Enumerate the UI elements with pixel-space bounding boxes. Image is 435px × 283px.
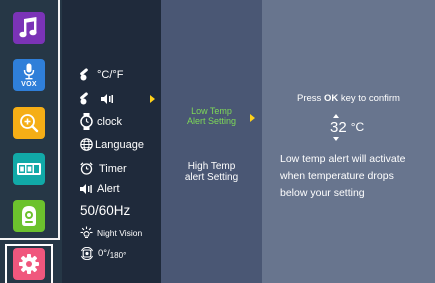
submenu-arrow-icon (250, 114, 255, 122)
menu-label-rotate-180: 180° (109, 250, 127, 260)
hint-suffix: key to confirm (338, 93, 400, 104)
menu-label-night-vision: Night Vision (97, 227, 143, 238)
hint-ok-key: OK (323, 93, 339, 104)
menu-label-timer: Timer (99, 162, 127, 175)
submenu-low-temp-alert[interactable]: Low Temp Alert Setting (161, 106, 262, 126)
sidebar-divider (58, 0, 60, 240)
submenu-low-line2: Alert Setting (186, 116, 237, 126)
menu-item-timer[interactable]: Timer (80, 162, 127, 175)
detail-panel: Press OK key to confirm 32 °C Low temp a… (262, 0, 435, 283)
globe-icon (80, 138, 93, 151)
menu-label-alert: Alert (97, 183, 120, 195)
night-vision-icon (80, 226, 93, 239)
hint-prefix: Press (297, 93, 324, 104)
gear-icon (19, 254, 39, 274)
settings-menu: °C/°F clock Language Timer Alert 50/60Hz… (62, 0, 161, 283)
menu-item-temp-alert[interactable] (80, 92, 119, 105)
menu-item-frequency[interactable]: 50/60Hz (80, 203, 130, 218)
camera-display-icon (17, 163, 41, 175)
microphone-icon (23, 63, 35, 79)
temp-alert-submenu: Low Temp Alert Setting High Temp alert S… (161, 0, 262, 283)
increase-arrow-icon[interactable] (333, 113, 339, 118)
sidebar-divider-bottom (0, 238, 60, 240)
temperature-value-wrap: 32 (330, 113, 347, 141)
desc-line-3: below your setting (280, 187, 365, 199)
thermometer-icon (80, 92, 93, 105)
zoom-in-icon (20, 114, 39, 133)
menu-item-night-vision[interactable]: Night Vision (80, 226, 142, 239)
settings-button[interactable] (13, 248, 45, 280)
submenu-low-line1: Low Temp (191, 106, 232, 116)
watch-icon (80, 113, 93, 130)
alert-description: Low temp alert will activate when temper… (280, 151, 430, 202)
selected-arrow-icon (150, 95, 155, 103)
zoom-button[interactable] (13, 107, 45, 139)
menu-label-temp-unit: °C/°F (97, 68, 124, 81)
menu-label-frequency: 50/60Hz (80, 203, 131, 218)
app-sidebar: VOX (0, 0, 62, 283)
confirm-hint: Press OK key to confirm (262, 93, 435, 104)
speaker-icon (80, 184, 93, 194)
music-button[interactable] (13, 12, 45, 44)
menu-item-temp-unit[interactable]: °C/°F (80, 68, 124, 81)
alarm-clock-icon (80, 162, 93, 175)
temperature-value: 32 (330, 118, 347, 136)
menu-item-language[interactable]: Language (80, 138, 144, 151)
camera-display-button[interactable] (13, 153, 45, 185)
menu-label-language: Language (95, 138, 144, 151)
desc-line-1: Low temp alert will activate (280, 153, 406, 165)
baby-monitor-icon (22, 206, 36, 226)
submenu-high-temp-alert[interactable]: High Temp alert Setting (161, 161, 262, 183)
menu-item-clock[interactable]: clock (80, 113, 122, 130)
desc-line-2: when temperature drops (280, 170, 394, 182)
decrease-arrow-icon[interactable] (333, 136, 339, 141)
menu-item-rotate[interactable]: 0°/ 180° (80, 247, 126, 260)
menu-item-alert[interactable]: Alert (80, 183, 120, 195)
rotate-camera-icon (80, 247, 94, 260)
device-screen: VOX °C/°F clock Language Timer Alert 50/… (0, 0, 435, 283)
menu-label-clock: clock (97, 115, 123, 128)
submenu-high-line2: alert Setting (184, 172, 239, 183)
baby-monitor-button[interactable] (13, 200, 45, 232)
alert-speaker-icon (101, 93, 115, 104)
submenu-high-line1: High Temp (187, 161, 236, 172)
thermometer-icon (80, 68, 93, 81)
temperature-unit: °C (350, 120, 365, 134)
menu-label-rotate-0: 0°/ (98, 248, 110, 259)
music-note-icon (19, 17, 37, 38)
vox-button[interactable]: VOX (13, 59, 45, 91)
temperature-stepper[interactable]: 32 °C (330, 113, 365, 141)
vox-label: VOX (21, 80, 37, 88)
